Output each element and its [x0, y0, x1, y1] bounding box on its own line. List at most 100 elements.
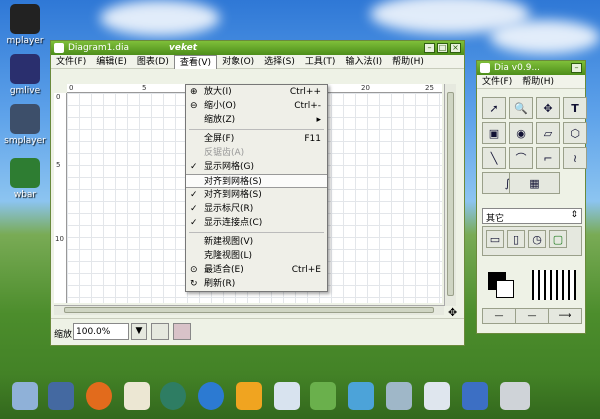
wbar-icon	[10, 158, 40, 188]
menu-select[interactable]: 选择(S)	[259, 55, 300, 69]
pointer-tool-icon[interactable]: ➚	[482, 97, 506, 119]
desktop-icon-wbar[interactable]: wbar	[2, 158, 48, 200]
desktop-icon-smplayer[interactable]: smplayer	[2, 104, 48, 146]
editor-icon[interactable]	[124, 382, 150, 410]
tool-grid: ➚ 🔍 ✥ T ▣ ◉ ▱ ⬡ ╲ ⌒ ⌐ ≀ ∫ ▦	[482, 97, 587, 194]
arc-tool-icon[interactable]: ⌒	[509, 147, 533, 169]
frame-shape-icon[interactable]: ▢	[549, 230, 567, 248]
desktop-icon-label: gmlive	[9, 86, 41, 96]
color-line-area	[482, 266, 582, 304]
start-arrow-icon[interactable]: —	[483, 309, 516, 323]
toolbox-menu-help[interactable]: 帮助(H)	[517, 75, 559, 89]
desktop-icon-mplayer[interactable]: mplayer	[2, 4, 48, 46]
zoom-input[interactable]: 100.0%	[73, 323, 129, 340]
line-width-selector[interactable]	[532, 270, 576, 300]
camera-icon[interactable]	[500, 382, 530, 410]
minimize-button[interactable]: –	[571, 63, 582, 73]
menu-item-fullscreen[interactable]: 全屏(F) F11	[186, 132, 327, 146]
scroll-thumb[interactable]	[447, 92, 454, 296]
menu-file[interactable]: 文件(F)	[51, 55, 91, 69]
menu-item-snap-to-grid[interactable]: ✓ 对齐到网格(S)	[186, 188, 327, 202]
menu-item-show-grid[interactable]: ✓ 显示网格(G)	[186, 160, 327, 174]
globe-icon[interactable]	[198, 382, 224, 410]
menu-tools[interactable]: 工具(T)	[300, 55, 341, 69]
line-style-icon[interactable]: —	[516, 309, 549, 323]
image-tool-icon[interactable]: ▦	[509, 172, 560, 194]
end-arrow-icon[interactable]: ⟶	[549, 309, 581, 323]
minimize-button[interactable]: –	[424, 43, 435, 53]
toolbox-menu-file[interactable]: 文件(F)	[477, 75, 517, 89]
chart-icon[interactable]	[424, 382, 450, 410]
menu-object[interactable]: 对象(O)	[217, 55, 259, 69]
vertical-ruler: 0 5 10	[54, 93, 67, 303]
snap-grid-toggle[interactable]	[151, 323, 169, 340]
menu-item-label: 显示连接点(C)	[204, 218, 263, 228]
close-button[interactable]: ×	[450, 43, 461, 53]
finder-icon[interactable]	[12, 382, 38, 410]
menu-view[interactable]: 查看(V)	[173, 54, 218, 69]
folder-shape-icon[interactable]: ▭	[486, 230, 504, 248]
vertical-scrollbar[interactable]	[444, 84, 456, 306]
firefox-icon[interactable]	[86, 382, 112, 410]
window-titlebar[interactable]: Diagram1.dia veket – □ ×	[51, 41, 464, 55]
box-tool-icon[interactable]: ▣	[482, 122, 506, 144]
menu-item-label: 放大(I)	[204, 87, 232, 97]
clock-shape-icon[interactable]: ◷	[528, 230, 546, 248]
menu-edit[interactable]: 编辑(E)	[91, 55, 132, 69]
menu-help[interactable]: 帮助(H)	[387, 55, 429, 69]
zoom-dropdown-button[interactable]: ▼	[131, 323, 147, 340]
polygon-tool-icon[interactable]: ▱	[536, 122, 560, 144]
menu-item-show-connection-points[interactable]: ✓ 显示连接点(C)	[186, 216, 327, 230]
menu-item-zoom-in[interactable]: ⊕ 放大(I) Ctrl++	[186, 85, 327, 99]
menu-item-zoom[interactable]: 缩放(Z) ▸	[186, 113, 327, 127]
text-tool-icon[interactable]: T	[563, 97, 587, 119]
shortcut: F11	[304, 134, 321, 144]
line-tool-icon[interactable]: ╲	[482, 147, 506, 169]
menu-item-clone-view[interactable]: 克隆视图(L)	[186, 249, 327, 263]
menu-diagram[interactable]: 图表(D)	[132, 55, 174, 69]
category-select[interactable]: 其它 ⇕	[482, 208, 582, 224]
network-icon[interactable]	[386, 382, 412, 410]
runner-icon[interactable]	[236, 382, 262, 410]
film-icon	[10, 54, 40, 84]
beziergon-tool-icon[interactable]: ⬡	[563, 122, 587, 144]
notes-icon[interactable]	[274, 382, 300, 410]
desktop-icon-gmlive[interactable]: gmlive	[2, 54, 48, 96]
scroll-thumb[interactable]	[64, 307, 434, 313]
menu-item-snap-to-grid-highlighted[interactable]: 对齐到网格(S)	[186, 174, 327, 188]
maximize-button[interactable]: □	[437, 43, 448, 53]
background-color-swatch[interactable]	[496, 280, 514, 298]
menu-item-label: 显示网格(G)	[204, 162, 254, 172]
polyline-tool-icon[interactable]: ≀	[563, 147, 587, 169]
menu-item-show-rulers[interactable]: ✓ 显示标尺(R)	[186, 202, 327, 216]
toolbox-titlebar[interactable]: Dia v0.9... –	[477, 61, 585, 75]
shield-icon[interactable]	[462, 382, 488, 410]
monitor-icon[interactable]	[48, 382, 74, 410]
media-icon[interactable]	[160, 382, 186, 410]
connection-points-toggle[interactable]	[173, 323, 191, 340]
menu-item-label: 反锯齿(A)	[204, 148, 245, 158]
ellipse-tool-icon[interactable]: ◉	[509, 122, 533, 144]
zoom-out-icon: ⊖	[190, 101, 198, 111]
menu-item-new-view[interactable]: 新建视图(V)	[186, 235, 327, 249]
check-icon: ✓	[190, 204, 198, 214]
ruler-tick: 5	[142, 84, 147, 92]
brand-label: veket	[168, 43, 198, 53]
zigzag-tool-icon[interactable]: ⌐	[536, 147, 560, 169]
horizontal-scrollbar[interactable]	[54, 305, 444, 315]
spreadsheet-icon[interactable]	[310, 382, 336, 410]
fish-icon[interactable]	[348, 382, 374, 410]
toolbox-menu-bar: 文件(F) 帮助(H)	[477, 75, 585, 89]
window-title: Diagram1.dia	[68, 43, 129, 53]
move-tool-icon[interactable]: ✥	[536, 97, 560, 119]
menu-item-zoom-out[interactable]: ⊖ 缩小(O) Ctrl+-	[186, 99, 327, 113]
document-shape-icon[interactable]: ▯	[507, 230, 525, 248]
check-icon: ✓	[190, 218, 198, 228]
menu-input[interactable]: 输入法(I)	[340, 55, 387, 69]
menu-item-label: 全屏(F)	[204, 134, 235, 144]
magnify-tool-icon[interactable]: 🔍	[509, 97, 533, 119]
menu-item-label: 对齐到网格(S)	[204, 190, 262, 200]
menu-item-refresh[interactable]: ↻ 刷新(R)	[186, 277, 327, 291]
menu-item-best-fit[interactable]: ⊙ 最适合(E) Ctrl+E	[186, 263, 327, 277]
ruler-tick: 25	[425, 84, 434, 92]
